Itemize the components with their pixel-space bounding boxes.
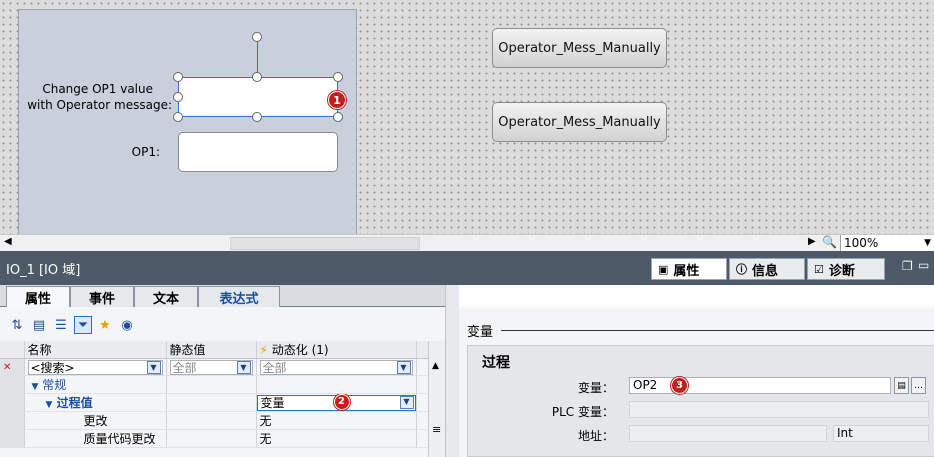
col-header-static[interactable]: 静态值 [166, 341, 257, 359]
io-field-op1[interactable] [178, 132, 338, 172]
inspector-title: IO_1 [IO 域] [6, 263, 81, 278]
step-badge-3: 3 [671, 377, 688, 394]
browse-button[interactable]: … [911, 377, 926, 394]
chevron-down-icon[interactable]: ▼ [396, 360, 411, 374]
col-header-dynamic[interactable]: ⚡ 动态化 (1) [256, 341, 417, 359]
zoom-icon[interactable]: 🔍 [822, 235, 837, 249]
address-label: 地址： [577, 429, 614, 443]
process-group-title: 过程 [482, 355, 510, 371]
property-quality-code-change: 质量代码更改 [83, 432, 156, 446]
resize-handle-ne[interactable] [333, 72, 343, 82]
properties-icon: ▣ [658, 262, 669, 276]
property-detail-pane: 变量 过程 变量： OP2 3 ▤ … PLC 变量： 地址： Int [459, 307, 934, 457]
lightning-icon: ⚡ [259, 343, 268, 357]
dynamization-select[interactable]: 变量 ▼ 2 [256, 393, 415, 411]
scroll-grip-icon[interactable]: ≡ [432, 423, 441, 436]
zoom-value: 100% [844, 236, 879, 250]
resize-handle-w[interactable] [173, 92, 183, 102]
change-op1-label-line1: Change OP1 value [42, 82, 153, 96]
info-icon: ⓘ [736, 263, 747, 276]
scroll-up-icon[interactable]: ▲ [432, 361, 439, 371]
collapse-arrow-icon[interactable]: ▼ [46, 400, 53, 410]
zoom-select[interactable]: 100% ▼ [840, 235, 934, 252]
tab-events[interactable]: 事件 [70, 286, 134, 307]
window-restore-icon[interactable]: ❐ [902, 259, 913, 273]
screen-panel [18, 9, 357, 234]
group-general: 常规 [42, 378, 67, 392]
resize-handle-nw[interactable] [173, 72, 183, 82]
chevron-down-icon[interactable]: ▼ [236, 360, 251, 374]
diagnostics-icon: ☑ [814, 262, 824, 276]
screen-canvas[interactable]: Change OP1 value with Operator message: … [0, 0, 934, 234]
table-row[interactable]: 更改 无 [0, 411, 429, 430]
data-type-field: Int [833, 425, 929, 442]
inspector-tabs: 属性 事件 文本 表达式 [0, 285, 445, 308]
grid-header-row: 名称 静态值 ⚡ 动态化 (1) [0, 341, 429, 359]
process-group: 过程 变量： OP2 3 ▤ … PLC 变量： 地址： Int [467, 345, 934, 457]
scroll-left-icon[interactable]: ◀ [4, 236, 12, 247]
plc-variable-label: PLC 变量： [551, 405, 614, 419]
scroll-right-icon[interactable]: ▶ [808, 236, 816, 247]
address-field [629, 425, 827, 442]
step-badge-1: 1 [328, 91, 346, 109]
hscroll-thumb[interactable] [230, 237, 420, 250]
pane-splitter[interactable] [445, 285, 459, 457]
filter-static-select[interactable]: 全部 ▼ [169, 359, 253, 375]
resize-handle-n[interactable] [252, 72, 262, 82]
eye-icon[interactable]: ◉ [118, 316, 136, 334]
collapse-arrow-icon[interactable]: ▼ [32, 382, 39, 392]
tab-diagnostics-right[interactable]: ☑ 诊断 [807, 258, 885, 280]
section-header-variable: 变量 [467, 325, 494, 340]
clear-filter-icon[interactable]: ✕ [0, 358, 25, 376]
filter-dynamic-select[interactable]: 全部 ▼ [259, 359, 413, 375]
property-grid-pane: ⇅ ▤ ☰ ⏷ ★ ◉ 名称 静态值 ⚡ 动态化 (1) ✕ <搜索> ▼ 全部… [0, 307, 445, 457]
property-grid: 名称 静态值 ⚡ 动态化 (1) ✕ <搜索> ▼ 全部 ▼ 全部 ▼ ▼ 常规… [0, 341, 429, 448]
grid-filter-row: ✕ <搜索> ▼ 全部 ▼ 全部 ▼ [0, 358, 429, 376]
section-divider [501, 330, 934, 331]
variable-input[interactable]: OP2 [629, 377, 891, 394]
chevron-down-icon[interactable]: ▼ [146, 360, 161, 374]
rotate-handle-line [257, 37, 258, 77]
star-icon[interactable]: ★ [96, 316, 114, 334]
step-badge-2: 2 [333, 393, 350, 410]
expand-groups-icon[interactable]: ▤ [30, 316, 48, 334]
variable-label: 变量： [577, 381, 614, 395]
window-maximize-icon[interactable]: ▭ [918, 258, 929, 272]
grid-toolbar: ⇅ ▤ ☰ ⏷ ★ ◉ [8, 315, 136, 335]
rotate-handle[interactable] [252, 32, 262, 42]
filter-icon[interactable]: ⏷ [74, 316, 92, 334]
list-view-icon[interactable]: ☰ [52, 316, 70, 334]
grid-vscrollbar[interactable]: ▲ ≡ [428, 341, 445, 457]
tab-properties[interactable]: 属性 [6, 286, 70, 308]
filter-name-input[interactable]: <搜索> ▼ [27, 359, 163, 375]
operator-mess-button-1[interactable]: Operator_Mess_Manually [492, 28, 667, 68]
table-row-selected[interactable]: ▼ 过程值 变量 ▼ 2 [0, 393, 429, 412]
property-process-value: 过程值 [56, 396, 93, 410]
change-op1-label-line2: with Operator message: [27, 98, 172, 112]
sort-az-icon[interactable]: ⇅ [8, 316, 26, 334]
chevron-down-icon: ▼ [924, 238, 931, 248]
tab-properties-right[interactable]: ▣ 属性 [651, 258, 727, 280]
tag-list-icon[interactable]: ▤ [894, 377, 909, 394]
resize-handle-se[interactable] [333, 112, 343, 122]
table-row[interactable]: 质量代码更改 无 [0, 429, 429, 448]
op1-label: OP1: [131, 145, 160, 159]
resize-handle-sw[interactable] [173, 112, 183, 122]
canvas-hscrollbar[interactable]: ◀ ▶ 🔍 100% ▼ [0, 234, 934, 252]
table-row[interactable]: ▼ 常规 [0, 375, 429, 394]
io-field-op1-selected[interactable] [178, 77, 338, 117]
tab-texts[interactable]: 文本 [134, 286, 198, 307]
inspector-title-bar: IO_1 [IO 域] ▣ 属性 ⓘ 信息 ☑ 诊断 ❐ ▭ [0, 251, 934, 285]
resize-handle-s[interactable] [252, 112, 262, 122]
plc-variable-field [629, 401, 929, 418]
tab-expressions[interactable]: 表达式 [198, 286, 280, 307]
tab-info-right[interactable]: ⓘ 信息 [729, 258, 805, 280]
col-header-name[interactable]: 名称 [24, 341, 167, 359]
operator-mess-button-2[interactable]: Operator_Mess_Manually [492, 102, 667, 142]
chevron-down-icon[interactable]: ▼ [399, 395, 414, 409]
property-change: 更改 [83, 414, 108, 428]
